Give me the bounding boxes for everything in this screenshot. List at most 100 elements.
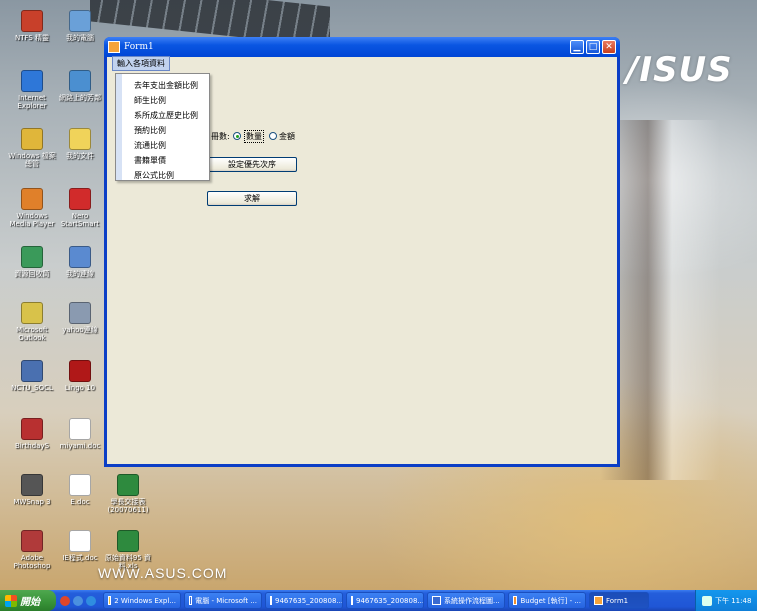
desktop-icon-image (69, 474, 91, 496)
taskbar-button[interactable]: 電腦 - Microsoft ... (184, 592, 262, 609)
close-icon[interactable]: ✕ (602, 40, 616, 54)
desktop-icon-image (117, 474, 139, 496)
quick-launch (60, 595, 99, 606)
desktop-icon[interactable]: MWSnap 3 (8, 474, 56, 506)
taskbar-button[interactable]: Budget [執行] - ... (508, 592, 586, 609)
taskbar-button[interactable]: 9467635_200808... (265, 592, 343, 609)
menu-item[interactable]: 系所成立歷史比例 (134, 110, 198, 121)
desktop-icon-image (69, 188, 91, 210)
desktop-icon[interactable]: 我的電腦 (56, 10, 104, 42)
taskbar-button[interactable]: Form1 (589, 592, 649, 609)
desktop-icon[interactable]: 原始資料95 資料.xls (104, 530, 152, 570)
desktop-icon-image (21, 128, 43, 150)
tray-network-icon[interactable] (702, 595, 712, 606)
menu-item[interactable]: 師生比例 (134, 95, 166, 106)
desktop-icon-label: E.doc (70, 498, 90, 506)
taskbar-app-icon (432, 596, 441, 605)
quick-launch-ie-icon[interactable] (86, 595, 96, 606)
taskbar-button-label: Form1 (606, 596, 629, 605)
desktop-icon[interactable]: Lingo 10 (56, 360, 104, 392)
radio-amount[interactable] (269, 132, 277, 140)
set-priority-button[interactable]: 設定優先次序 (207, 157, 297, 172)
desktop-icon[interactable]: miyami.doc (56, 418, 104, 450)
desktop-icon-label: Microsoft Outlook (16, 326, 48, 342)
clock[interactable]: 下午 11:48 (715, 596, 751, 606)
brand-logo: /ISUS (626, 50, 733, 90)
menubar: 輸入各項資料 (107, 56, 617, 71)
desktop-icon[interactable]: Windows Media Player (8, 188, 56, 228)
desktop-icon-label: BirthdayS (14, 442, 50, 450)
desktop-icon-label: NTFS 精靈 (14, 34, 50, 42)
desktop-icon-label: 資源回收筒 (14, 270, 50, 278)
desktop-icon-image (69, 302, 91, 324)
quick-launch-browser-icon[interactable] (73, 595, 83, 606)
desktop-icon-label: Windows 檔案總管 (8, 152, 56, 168)
desktop-icon[interactable]: Windows 檔案總管 (8, 128, 56, 168)
radio-amount-label[interactable]: 金額 (279, 131, 295, 142)
desktop-icon-label: Nero StartSmart (60, 212, 100, 228)
menu-item[interactable]: 預約比例 (134, 125, 166, 136)
desktop-icon[interactable]: 網路上的芳鄰 (56, 70, 104, 102)
desktop-icon-image (21, 70, 43, 92)
taskbar-app-icon (594, 596, 603, 605)
desktop-icon-image (21, 530, 43, 552)
desktop-icon-label: 我的電腦 (66, 34, 94, 42)
desktop-icon-label: Windows Media Player (9, 212, 55, 228)
desktop-icon-label: miyami.doc (59, 442, 101, 450)
desktop-icon-image (69, 128, 91, 150)
desktop-icon[interactable]: Adobe Photoshop (8, 530, 56, 570)
desktop-icon-image (69, 418, 91, 440)
minimize-icon[interactable]: ▁ (570, 40, 584, 54)
desktop-icon[interactable]: NTFS 精靈 (8, 10, 56, 42)
desktop-icon-label: 學長交接表 (20070611) (107, 498, 149, 514)
taskbar: 開始 2 Windows Expl... 電腦 - Microsoft ... 94… (0, 590, 757, 611)
desktop-icon-label: IE程式.doc (62, 554, 98, 562)
maximize-icon[interactable]: □ (586, 40, 600, 54)
desktop-icon-image (21, 360, 43, 382)
menu-item[interactable]: 書籍單價 (134, 155, 166, 166)
menu-icon-strip (116, 74, 122, 180)
desktop-icon[interactable]: 我的連線 (56, 246, 104, 278)
form1-window[interactable]: Form1 ▁ □ ✕ 輸入各項資料 冊數: 數量 金額 設定優先次序 求解 去… (104, 37, 620, 467)
desktop-icon-image (21, 474, 43, 496)
desktop: /ISUS WWW.ASUS.COM NTFS 精靈 我的電腦 Internet E… (0, 0, 757, 590)
desktop-icon-image (21, 10, 43, 32)
input-data-dropdown-menu: 去年支出金額比例 師生比例系所成立歷史比例 預約比例流通比例書籍單價原公式比例 (115, 73, 210, 181)
desktop-icon[interactable]: IE程式.doc (56, 530, 104, 562)
desktop-icon[interactable]: BirthdayS (8, 418, 56, 450)
taskbar-button[interactable]: 9467635_200808... (346, 592, 424, 609)
menu-item[interactable]: 去年支出金額比例 (134, 80, 198, 91)
desktop-icon[interactable]: 學長交接表 (20070611) (104, 474, 152, 514)
desktop-icon[interactable]: yahoo連線 (56, 302, 104, 334)
desktop-icon[interactable]: Nero StartSmart (56, 188, 104, 228)
desktop-icon-label: Internet Explorer (17, 94, 47, 110)
taskbar-button[interactable]: 2 Windows Expl... (103, 592, 181, 609)
taskbar-button-label: 9467635_200808... (275, 596, 343, 605)
menu-item[interactable]: 流通比例 (134, 140, 166, 151)
desktop-icon-image (21, 418, 43, 440)
taskbar-button[interactable]: 系統操作流程圖... (427, 592, 505, 609)
start-label: 開始 (20, 597, 40, 608)
desktop-icon-label: 網路上的芳鄰 (59, 94, 101, 102)
start-button[interactable]: 開始 (0, 590, 56, 611)
desktop-icon-image (21, 188, 43, 210)
desktop-icon[interactable]: 我的文件 (56, 128, 104, 160)
desktop-icon-image (21, 246, 43, 268)
radio-quantity-label[interactable]: 數量 (244, 130, 264, 143)
menu-item[interactable]: 原公式比例 (134, 170, 174, 181)
menu-input-data[interactable]: 輸入各項資料 (112, 56, 170, 71)
app-icon (108, 41, 120, 53)
desktop-icon[interactable]: Microsoft Outlook (8, 302, 56, 342)
desktop-icon[interactable]: E.doc (56, 474, 104, 506)
solve-button[interactable]: 求解 (207, 191, 297, 206)
taskbar-app-icon (270, 596, 272, 605)
desktop-icon-image (69, 246, 91, 268)
window-titlebar[interactable]: Form1 ▁ □ ✕ (104, 37, 620, 57)
quick-launch-opera-icon[interactable] (60, 595, 70, 606)
desktop-icon-image (69, 530, 91, 552)
taskbar-button-label: 2 Windows Expl... (114, 596, 176, 605)
radio-quantity[interactable] (233, 132, 241, 140)
desktop-icon[interactable]: NCTU_SOCL (8, 360, 56, 392)
desktop-icon[interactable]: Internet Explorer (8, 70, 56, 110)
desktop-icon[interactable]: 資源回收筒 (8, 246, 56, 278)
